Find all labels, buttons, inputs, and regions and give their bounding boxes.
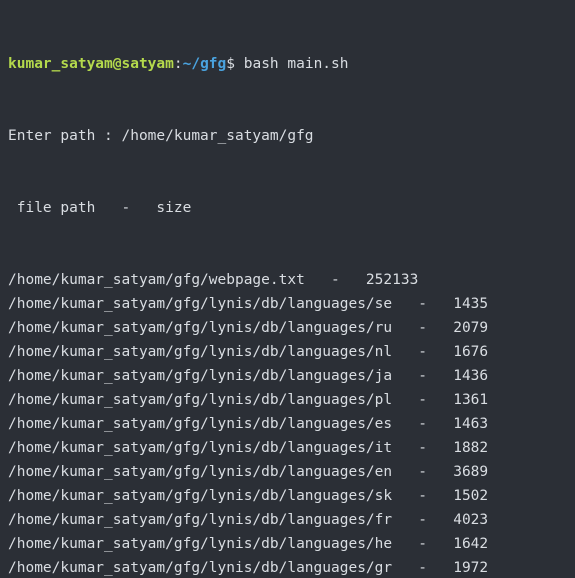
prompt-cwd: ~/gfg [183, 56, 227, 72]
output-row: /home/kumar_satyam/gfg/lynis/db/language… [8, 340, 567, 364]
command-text: bash main.sh [244, 56, 349, 72]
output-rows: /home/kumar_satyam/gfg/webpage.txt - 252… [8, 268, 567, 578]
input-prompt-line: Enter path : /home/kumar_satyam/gfg [8, 124, 567, 148]
output-row: /home/kumar_satyam/gfg/lynis/db/language… [8, 364, 567, 388]
prompt-user-host: kumar_satyam@satyam [8, 56, 174, 72]
prompt-dollar: $ [226, 56, 235, 72]
output-row: /home/kumar_satyam/gfg/lynis/db/language… [8, 316, 567, 340]
output-row: /home/kumar_satyam/gfg/lynis/db/language… [8, 292, 567, 316]
output-row: /home/kumar_satyam/gfg/lynis/db/language… [8, 556, 567, 578]
output-row: /home/kumar_satyam/gfg/webpage.txt - 252… [8, 268, 567, 292]
terminal-window[interactable]: kumar_satyam@satyam:~/gfg$ bash main.sh … [0, 0, 575, 578]
output-row: /home/kumar_satyam/gfg/lynis/db/language… [8, 508, 567, 532]
output-row: /home/kumar_satyam/gfg/lynis/db/language… [8, 484, 567, 508]
prompt-line: kumar_satyam@satyam:~/gfg$ bash main.sh [8, 52, 567, 76]
prompt-colon: : [174, 56, 183, 72]
output-header: file path - size [8, 196, 567, 220]
output-row: /home/kumar_satyam/gfg/lynis/db/language… [8, 412, 567, 436]
output-row: /home/kumar_satyam/gfg/lynis/db/language… [8, 388, 567, 412]
output-row: /home/kumar_satyam/gfg/lynis/db/language… [8, 436, 567, 460]
output-row: /home/kumar_satyam/gfg/lynis/db/language… [8, 460, 567, 484]
output-row: /home/kumar_satyam/gfg/lynis/db/language… [8, 532, 567, 556]
